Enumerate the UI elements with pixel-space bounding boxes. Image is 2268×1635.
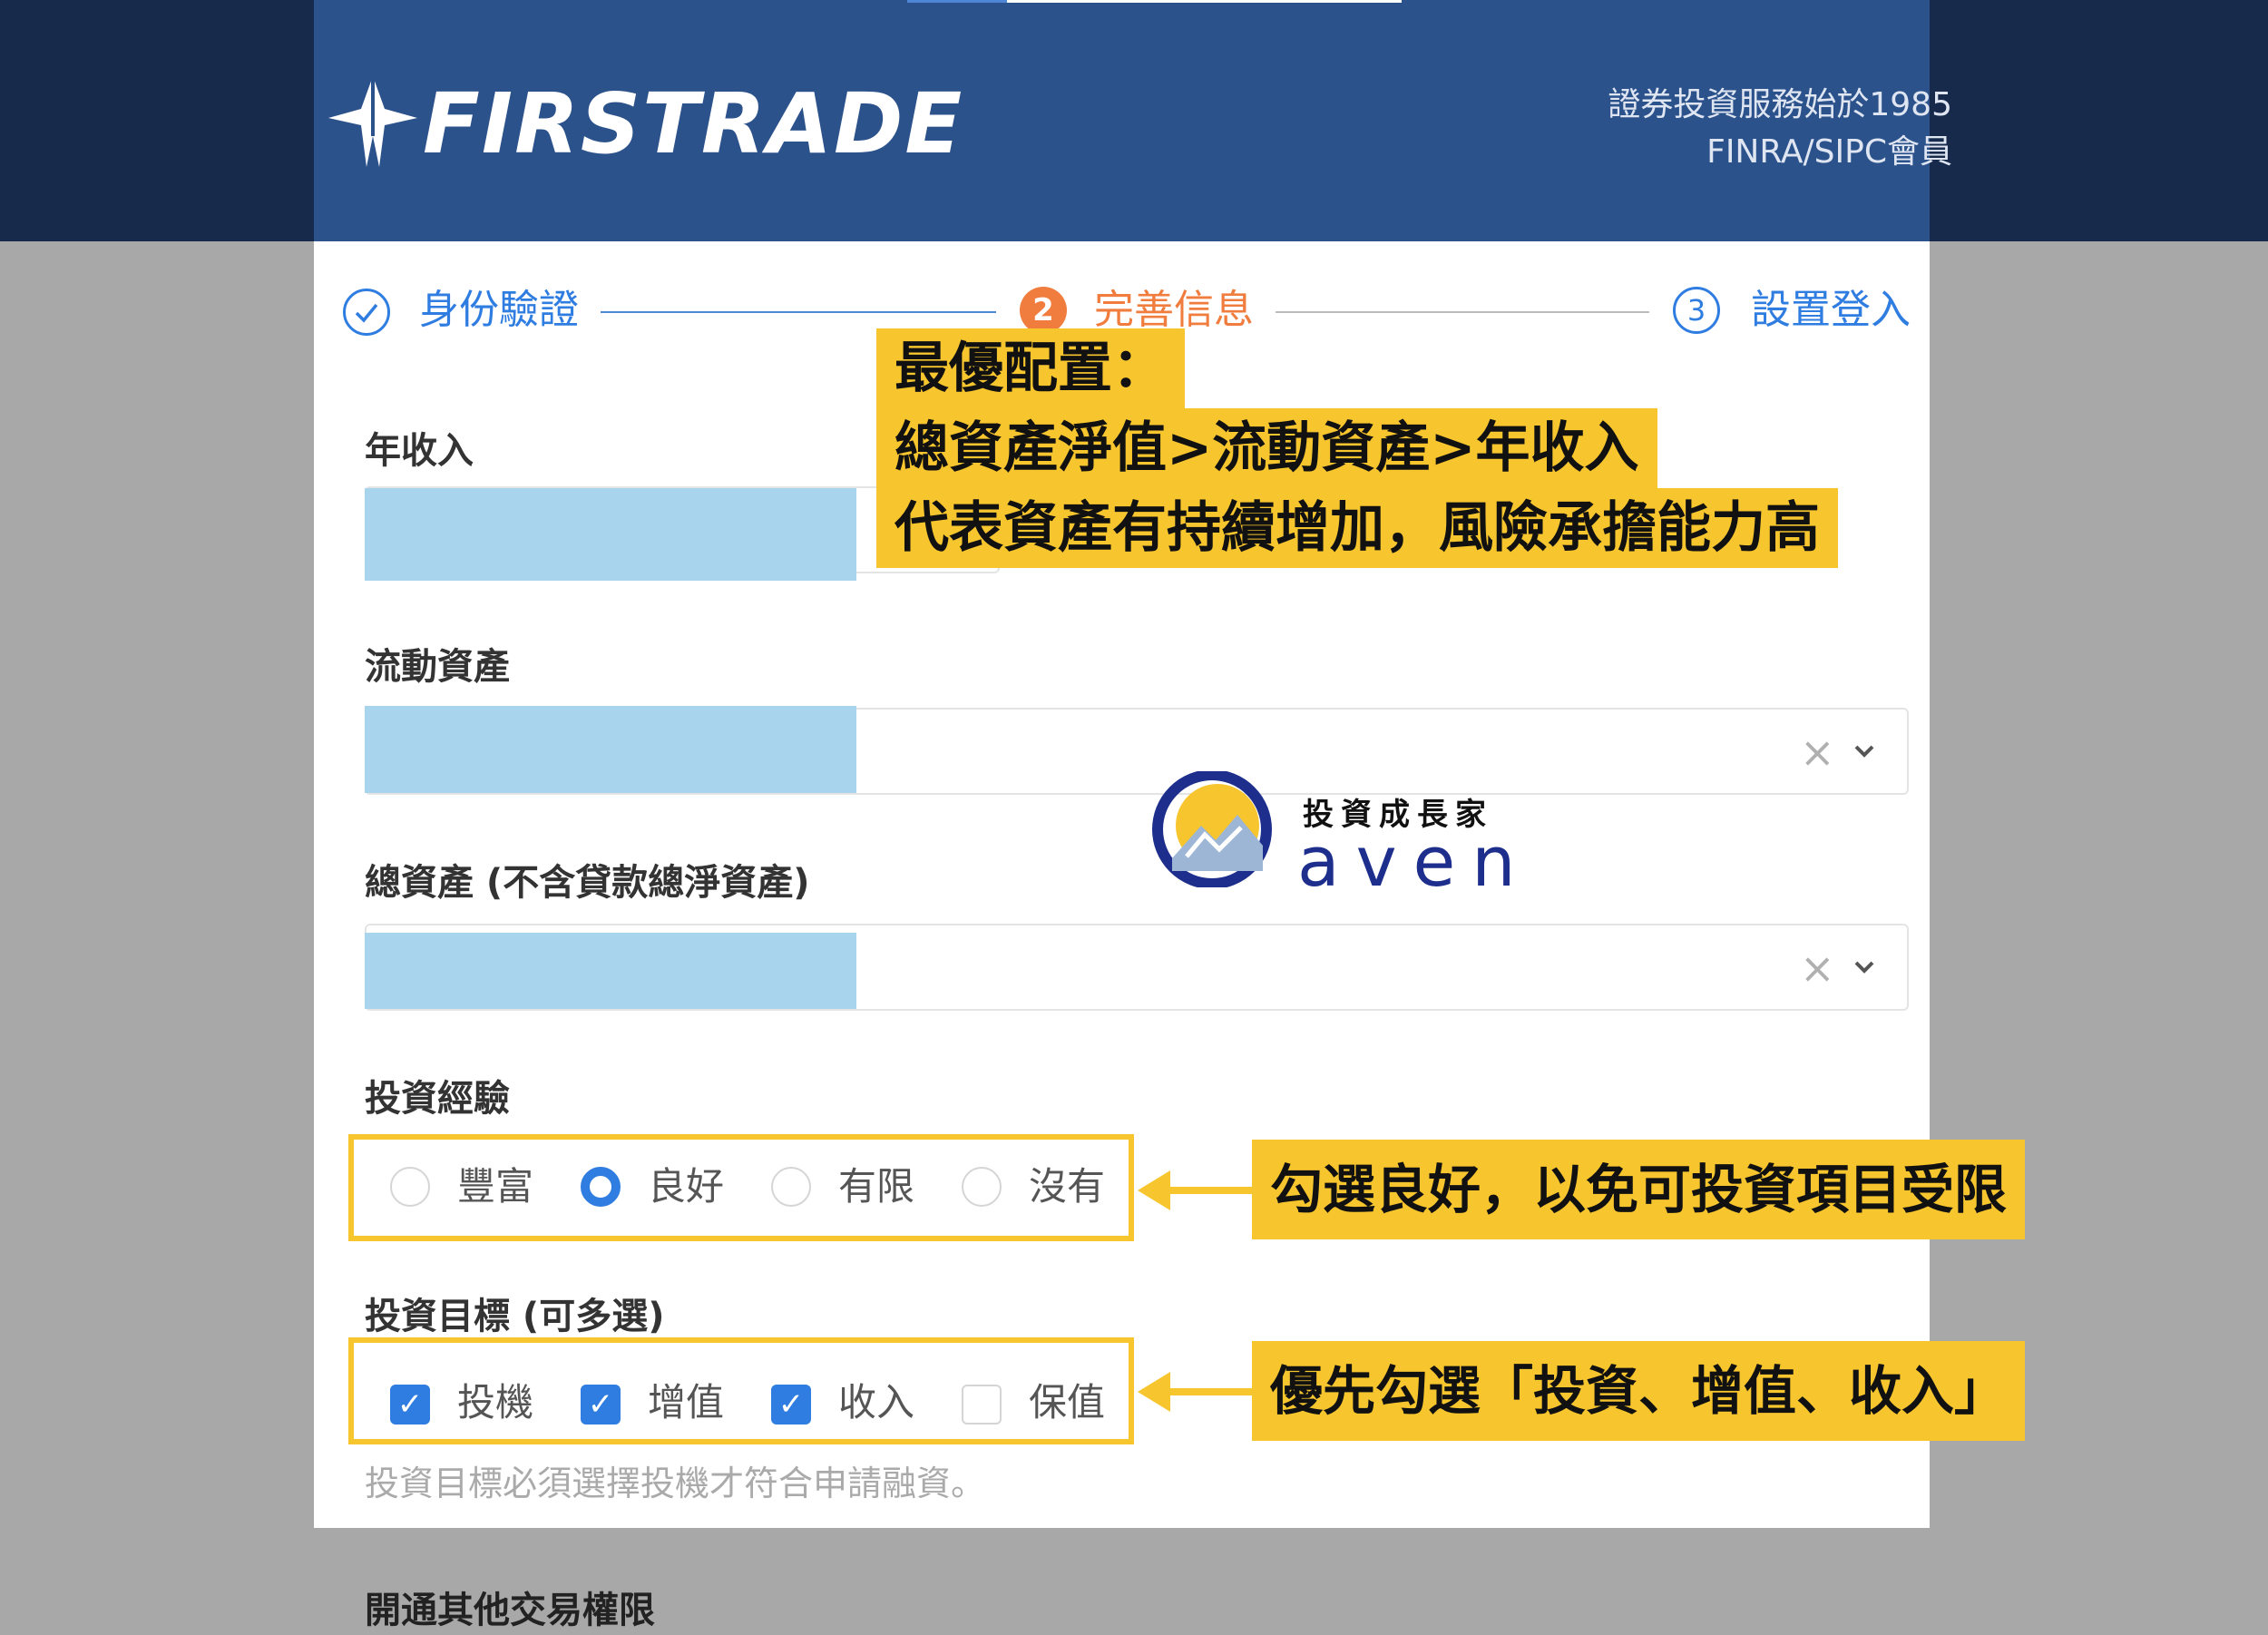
goals-label: 投資目標 (可多選)	[365, 1296, 665, 1337]
goals-checkbox-growth[interactable]: ✓	[581, 1385, 621, 1425]
goals-option-label: 收入	[838, 1380, 915, 1425]
aven-watermark-logo-icon	[1152, 771, 1272, 887]
annual-income-redaction	[365, 488, 856, 581]
step-connector-2	[1276, 311, 1649, 313]
brand-logo-text[interactable]: FIRSTRADE	[423, 74, 963, 174]
watermark-brand: aven	[1297, 821, 1532, 902]
liquid-assets-label: 流動資產	[365, 646, 510, 688]
step-3-label: 設置登入	[1751, 287, 1911, 333]
total-assets-redaction	[365, 933, 856, 1009]
experience-option-label: 有限	[838, 1164, 915, 1209]
experience-radio-none[interactable]	[962, 1167, 1002, 1207]
annotation-top-line-3: 代表資產有持續增加，風險承擔能力高	[876, 488, 1838, 568]
goals-hint-text: 投資目標必須選擇投機才符合申請融資。	[365, 1464, 986, 1503]
goals-arrow-line	[1167, 1388, 1254, 1395]
goals-checkbox-income[interactable]: ✓	[771, 1385, 811, 1425]
experience-radio-limited[interactable]	[771, 1167, 811, 1207]
goals-checkbox-speculation[interactable]: ✓	[390, 1385, 430, 1425]
firstrade-logo-icon	[328, 76, 417, 167]
experience-radio-rich[interactable]	[390, 1167, 430, 1207]
goals-checkbox-preservation[interactable]	[962, 1385, 1002, 1425]
annotation-experience-note: 勾選良好，以免可投資項目受限	[1252, 1140, 2026, 1239]
annotation-top-line-1: 最優配置：	[876, 328, 1185, 408]
liquid-assets-chevron-down-icon[interactable]	[1851, 733, 1878, 778]
goals-option-label: 增值	[648, 1380, 725, 1425]
experience-arrow-line	[1167, 1187, 1254, 1194]
step-connector-1	[601, 311, 996, 313]
experience-option-label: 良好	[648, 1164, 725, 1209]
total-assets-clear-icon[interactable]: ×	[1800, 945, 1835, 991]
total-assets-label: 總資產 (不含貸款總淨資產)	[365, 862, 810, 904]
tagline-line-1: 證券投資服務始於1985	[1608, 86, 1952, 123]
liquid-assets-redaction	[365, 706, 856, 793]
goals-option-label: 保值	[1029, 1380, 1106, 1425]
experience-option-label: 沒有	[1029, 1164, 1106, 1209]
other-permissions-label: 開通其他交易權限	[365, 1590, 655, 1631]
step-2-number-badge: 2	[1020, 287, 1067, 334]
liquid-assets-clear-icon[interactable]: ×	[1800, 729, 1835, 775]
goals-option-label: 投機	[457, 1380, 534, 1425]
experience-arrow-icon	[1138, 1170, 1170, 1210]
header-accent-strip	[907, 0, 1007, 3]
annual-income-label: 年收入	[365, 430, 474, 472]
tagline-line-2: FINRA/SIPC會員	[1706, 133, 1952, 171]
annotation-goals-note: 優先勾選「投資、增值、收入」	[1252, 1341, 2026, 1441]
step-3-number-badge: 3	[1673, 287, 1720, 334]
header-tagline: 證券投資服務始於1985 FINRA/SIPC會員	[1608, 82, 1952, 176]
experience-label: 投資經驗	[365, 1078, 510, 1120]
experience-radio-good[interactable]	[581, 1167, 621, 1207]
goals-arrow-icon	[1138, 1372, 1170, 1412]
annotation-top-line-2: 總資產淨值>流動資產>年收入	[876, 408, 1657, 488]
step-1-check-icon	[343, 289, 390, 336]
step-1-label: 身份驗證	[419, 287, 579, 333]
experience-option-label: 豐富	[457, 1164, 534, 1209]
total-assets-chevron-down-icon[interactable]	[1851, 949, 1878, 994]
header-accent-strip-light	[1007, 0, 1402, 3]
